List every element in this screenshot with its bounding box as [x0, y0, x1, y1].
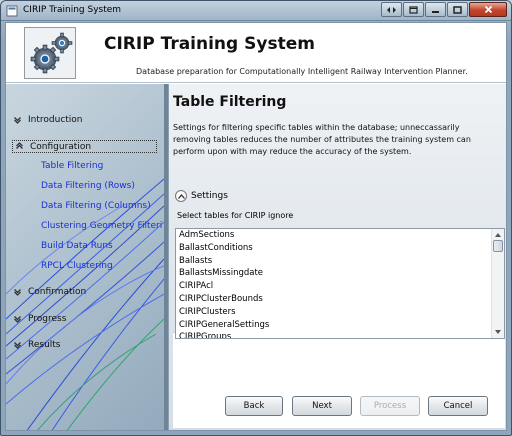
page-description: Settings for filtering specific tables w…: [173, 123, 471, 156]
sidebar-item-build-data-runs[interactable]: Build Data Runs: [41, 241, 113, 251]
sidebar-group-label: Configuration: [30, 141, 92, 152]
sidebar-group-label: Results: [28, 339, 61, 350]
sidebar-item-data-filtering-columns[interactable]: Data Filtering (Columns): [41, 201, 151, 211]
close-icon: [484, 5, 492, 14]
app-window: CIRIP Training System CIRIP Training Sys…: [0, 0, 512, 436]
chevron-down-icon: [14, 316, 21, 323]
sidebar-group-label: Progress: [28, 313, 67, 324]
chevron-down-icon: [14, 117, 21, 124]
tables-listbox[interactable]: AdmSections BallastConditions Ballasts Ball…: [175, 228, 505, 339]
table-list-label: Select tables for CIRIP ignore: [177, 211, 294, 220]
window-icon: [409, 5, 418, 14]
next-button[interactable]: Next: [292, 396, 352, 416]
header: CIRIP Training System Database preparati…: [6, 23, 506, 83]
sidebar-group-label: Confirmation: [28, 286, 87, 297]
window-title: CIRIP Training System: [23, 5, 122, 15]
list-item[interactable]: CIRIPGroups: [176, 331, 492, 338]
chevron-down-icon: [14, 342, 21, 349]
expander-label: Settings: [191, 191, 228, 201]
minimize-button[interactable]: [425, 2, 446, 17]
list-item[interactable]: CIRIPClusters: [176, 306, 492, 319]
restore-window-button[interactable]: [403, 2, 424, 17]
page-title: Table Filtering: [173, 94, 287, 110]
wizard-sidebar: Introduction Configuration Table Filteri…: [6, 84, 164, 430]
content-panel: Table Filtering Settings for filtering s…: [168, 84, 506, 430]
app-icon: [6, 5, 18, 17]
expander-toggle[interactable]: [175, 190, 187, 202]
sidebar-group-results[interactable]: Results: [12, 339, 61, 350]
list-item[interactable]: CIRIPClusterBounds: [176, 293, 492, 306]
client-area: CIRIP Training System Database preparati…: [5, 22, 507, 431]
list-item[interactable]: AdmSections: [176, 229, 492, 242]
arrows-icon: [387, 6, 396, 13]
cancel-button[interactable]: Cancel: [428, 396, 488, 416]
settings-expander[interactable]: Settings: [175, 190, 228, 202]
sidebar-item-data-filtering-rows[interactable]: Data Filtering (Rows): [41, 181, 135, 191]
title-bar[interactable]: CIRIP Training System: [1, 1, 511, 21]
list-item[interactable]: CIRIPGeneralSettings: [176, 319, 492, 332]
chevron-up-icon: [177, 193, 185, 199]
back-button[interactable]: Back: [225, 396, 283, 416]
logo: [24, 27, 76, 79]
scroll-thumb[interactable]: [493, 240, 503, 252]
sidebar-item-rpcl-clustering[interactable]: RPCL Clustering: [41, 261, 113, 271]
vertical-scrollbar[interactable]: [491, 229, 504, 338]
list-items: AdmSections BallastConditions Ballasts Ball…: [176, 229, 492, 338]
chevron-up-icon: [16, 142, 23, 149]
sidebar-item-clustering-geometry[interactable]: Clustering Geometry Filteri: [41, 221, 162, 231]
list-item[interactable]: Ballasts: [176, 255, 492, 268]
sidebar-group-configuration[interactable]: Configuration: [12, 140, 157, 153]
help-button[interactable]: [381, 2, 402, 17]
list-item[interactable]: BallastConditions: [176, 242, 492, 255]
scroll-up-icon[interactable]: [494, 231, 502, 239]
app-title: CIRIP Training System: [104, 34, 315, 54]
decorative-swoosh: [6, 178, 164, 430]
app-subtitle: Database preparation for Computationally…: [136, 67, 468, 76]
chevron-down-icon: [14, 289, 21, 296]
list-item[interactable]: CIRIPAcl: [176, 280, 492, 293]
maximize-icon: [453, 5, 462, 14]
close-window-button[interactable]: [469, 2, 507, 17]
scroll-down-icon[interactable]: [494, 328, 502, 336]
maximize-button[interactable]: [447, 2, 468, 17]
gears-icon: [30, 32, 73, 74]
sidebar-group-introduction[interactable]: Introduction: [12, 114, 83, 125]
sidebar-group-label: Introduction: [28, 114, 83, 125]
sidebar-item-table-filtering[interactable]: Table Filtering: [41, 161, 103, 171]
list-item[interactable]: BallastsMissingdate: [176, 267, 492, 280]
minimize-icon: [432, 10, 439, 13]
process-button[interactable]: Process: [360, 396, 420, 416]
sidebar-group-progress[interactable]: Progress: [12, 313, 66, 324]
sidebar-group-confirmation[interactable]: Confirmation: [12, 286, 86, 297]
